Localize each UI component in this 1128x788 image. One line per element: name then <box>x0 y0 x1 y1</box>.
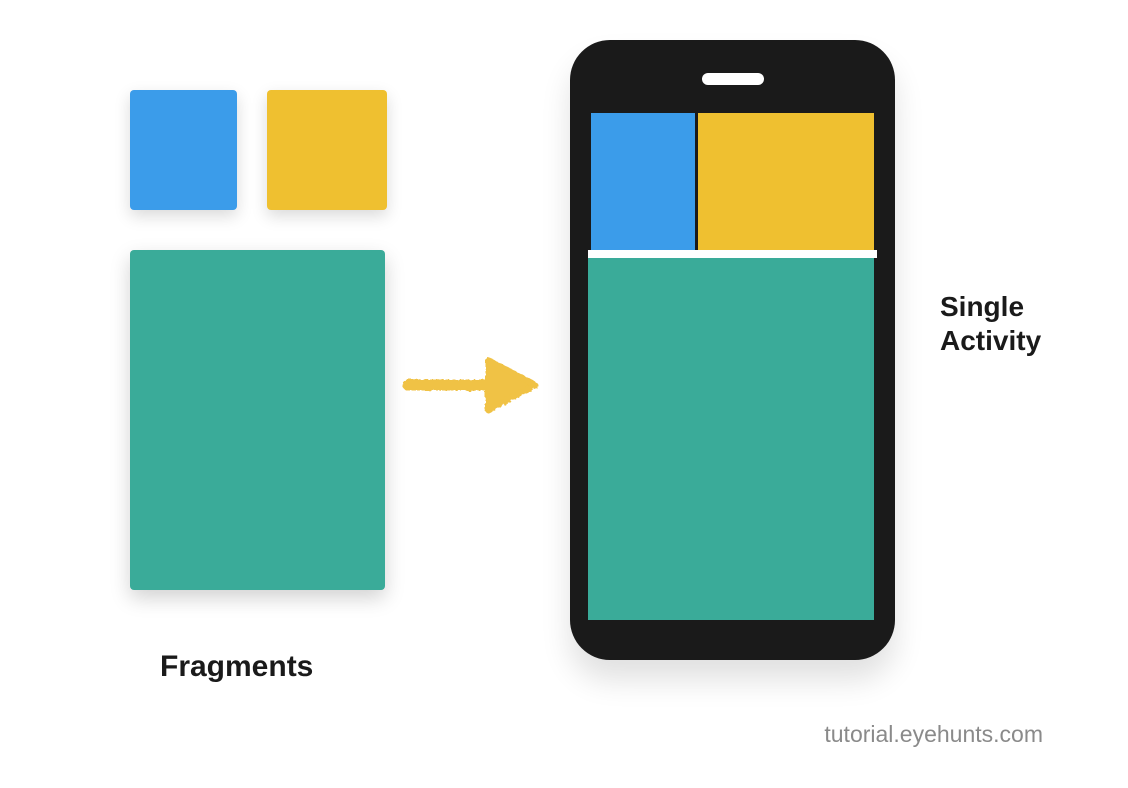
phone-speaker <box>702 73 764 85</box>
phone-screen <box>588 110 877 620</box>
screen-fragment-blue <box>588 110 698 250</box>
fragments-group <box>130 90 387 590</box>
phone-device <box>570 40 895 660</box>
fragments-label: Fragments <box>160 650 313 684</box>
screen-fragment-teal <box>588 258 877 620</box>
fragment-teal-large <box>130 250 385 590</box>
small-fragments-row <box>130 90 387 210</box>
single-activity-line2: Activity <box>940 324 1041 358</box>
single-activity-line1: Single <box>940 290 1041 324</box>
screen-fragment-yellow <box>698 110 877 250</box>
fragment-blue-small <box>130 90 237 210</box>
watermark: tutorial.eyehunts.com <box>824 721 1043 748</box>
fragment-yellow-small <box>267 90 387 210</box>
single-activity-label: Single Activity <box>940 290 1041 357</box>
phone-home-indicator <box>713 642 753 650</box>
screen-top-row <box>588 110 877 250</box>
arrow-icon <box>400 350 540 420</box>
